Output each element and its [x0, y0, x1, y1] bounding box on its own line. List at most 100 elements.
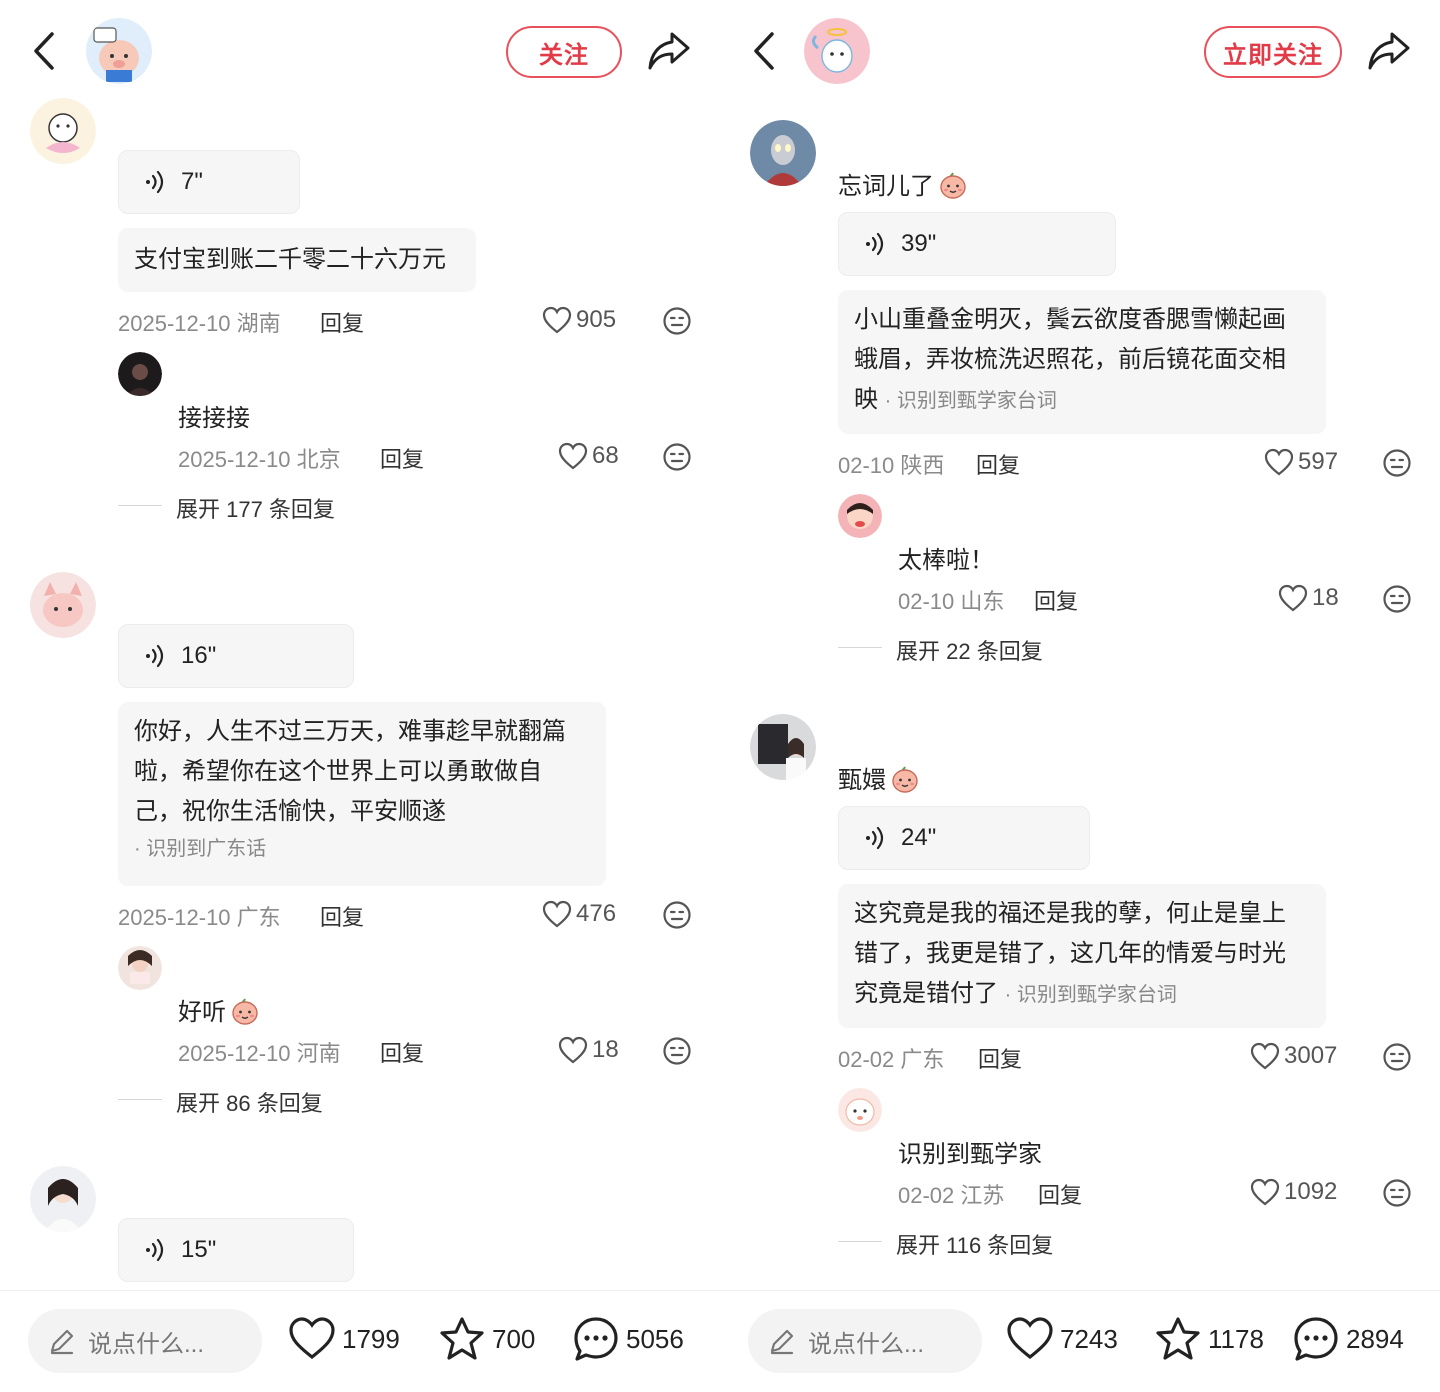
voice-message[interactable]: 24"	[838, 806, 1090, 870]
voice-message[interactable]: 7"	[118, 150, 300, 214]
share-icon[interactable]	[1366, 28, 1412, 72]
like-count: 68	[592, 442, 619, 469]
reply-button[interactable]: 回复	[380, 1036, 424, 1068]
follow-button[interactable]: 立即关注	[1204, 26, 1342, 78]
transcript-last-line: 究竟是错付了	[854, 980, 998, 1007]
like-count: 905	[576, 306, 617, 333]
transcript-line: 映 · 识别到甄学家台词	[854, 380, 1310, 421]
favorite-total: 700	[492, 1323, 536, 1354]
like-button[interactable]: 597	[1264, 448, 1338, 476]
transcript-line: 这究竟是我的福还是我的孽，何止是皇上	[854, 900, 1286, 927]
commenter-avatar[interactable]	[30, 98, 96, 164]
star-icon	[438, 1315, 486, 1363]
comment-total: 2894	[1346, 1323, 1404, 1354]
expand-divider	[118, 1099, 162, 1100]
reply-avatar[interactable]	[838, 1088, 882, 1132]
emoji-face-icon[interactable]	[1382, 1178, 1412, 1208]
transcript-bubble: 这究竟是我的福还是我的孽，何止是皇上 错了，我更是错了，这几年的情爱与时光 究竟…	[838, 884, 1326, 1028]
reply-button[interactable]: 回复	[1038, 1178, 1082, 1210]
author-avatar[interactable]	[86, 18, 152, 84]
reply-button[interactable]: 回复	[978, 1042, 1022, 1074]
voice-message[interactable]: 39"	[838, 212, 1116, 276]
like-count: 18	[1312, 584, 1339, 611]
reply-avatar[interactable]	[118, 352, 162, 396]
transcript-line: 小山重叠金明灭，鬓云欲度香腮雪懒起画	[854, 306, 1286, 333]
like-button[interactable]: 1092	[1250, 1178, 1337, 1206]
emoji-face-icon[interactable]	[1382, 448, 1412, 478]
transcript-line: 错了，我更是错了，这几年的情爱与时光	[854, 940, 1286, 967]
expand-replies-button[interactable]: 展开 116 条回复	[896, 1228, 1053, 1260]
reply-button[interactable]: 回复	[380, 442, 424, 474]
reply-date-location: 02-10 山东	[898, 589, 1005, 614]
commenter-avatar[interactable]	[750, 120, 816, 186]
transcript-line: 蛾眉，弄妆梳洗迟照花，前后镜花面交相	[854, 346, 1286, 373]
reply-text-content: 好听	[178, 999, 226, 1026]
like-total: 1799	[342, 1323, 400, 1354]
comment-date-location: 02-02 广东	[838, 1047, 945, 1072]
reply-button[interactable]: 回复	[320, 306, 364, 338]
reply-avatar[interactable]	[118, 946, 162, 990]
comment-total-button[interactable]: 2894	[1292, 1315, 1404, 1363]
like-button[interactable]: 18	[558, 1036, 619, 1064]
comment-input[interactable]: 说点什么...	[28, 1309, 262, 1373]
commenter-avatar[interactable]	[30, 572, 96, 638]
comment-input-placeholder: 说点什么...	[88, 1330, 205, 1358]
commenter-avatar[interactable]	[750, 714, 816, 780]
reply-date-location: 02-02 江苏	[898, 1183, 1005, 1208]
comment-date-location: 2025-12-10 广东	[118, 905, 281, 930]
like-button[interactable]: 3007	[1250, 1042, 1337, 1070]
share-icon[interactable]	[646, 28, 692, 72]
peach-sticker-icon	[230, 996, 260, 1026]
voice-duration: 39"	[901, 230, 937, 257]
comment-total-button[interactable]: 5056	[572, 1315, 684, 1363]
like-total-button[interactable]: 7243	[1006, 1315, 1118, 1363]
transcript-line: 究竟是错付了 · 识别到甄学家台词	[854, 974, 1310, 1015]
back-icon[interactable]	[30, 30, 60, 72]
heart-icon	[1264, 448, 1294, 476]
heart-icon	[288, 1315, 336, 1363]
comment-title: 甄嬛	[838, 767, 886, 794]
reply-button[interactable]: 回复	[320, 900, 364, 932]
transcript-bubble: 小山重叠金明灭，鬓云欲度香腮雪懒起画 蛾眉，弄妆梳洗迟照花，前后镜花面交相 映 …	[838, 290, 1326, 434]
reply-avatar[interactable]	[838, 494, 882, 538]
emoji-face-icon[interactable]	[1382, 1042, 1412, 1072]
reply-button[interactable]: 回复	[976, 448, 1020, 480]
emoji-face-icon[interactable]	[662, 900, 692, 930]
expand-replies-button[interactable]: 展开 22 条回复	[896, 634, 1043, 666]
favorite-button[interactable]: 700	[438, 1315, 535, 1363]
like-button[interactable]: 905	[542, 306, 616, 334]
voice-message[interactable]: 15"	[118, 1218, 354, 1282]
emoji-face-icon[interactable]	[662, 442, 692, 472]
heart-icon	[558, 442, 588, 470]
like-button[interactable]: 18	[1278, 584, 1339, 612]
pencil-icon	[48, 1327, 76, 1355]
comment-total: 5056	[626, 1323, 684, 1354]
expand-divider	[118, 505, 162, 506]
reply-button[interactable]: 回复	[1034, 584, 1078, 616]
expand-replies-button[interactable]: 展开 177 条回复	[176, 492, 335, 524]
back-icon[interactable]	[750, 30, 780, 72]
emoji-face-icon[interactable]	[1382, 584, 1412, 614]
pencil-icon	[768, 1327, 796, 1355]
heart-icon	[542, 900, 572, 928]
emoji-face-icon[interactable]	[662, 306, 692, 336]
favorite-total: 1178	[1208, 1323, 1264, 1354]
favorite-button[interactable]: 1178	[1154, 1315, 1264, 1363]
like-button[interactable]: 68	[558, 442, 619, 470]
heart-icon	[1006, 1315, 1054, 1363]
author-avatar[interactable]	[804, 18, 870, 84]
commenter-avatar[interactable]	[30, 1166, 96, 1232]
voice-wave-icon	[863, 232, 887, 256]
expand-divider	[838, 1241, 882, 1242]
peach-sticker-icon	[938, 170, 968, 200]
like-total-button[interactable]: 1799	[288, 1315, 400, 1363]
comment-input[interactable]: 说点什么...	[748, 1309, 982, 1373]
comment-date-location: 02-10 陕西	[838, 453, 945, 478]
like-count: 3007	[1284, 1042, 1338, 1069]
expand-replies-button[interactable]: 展开 86 条回复	[176, 1086, 323, 1118]
follow-button[interactable]: 关注	[506, 26, 622, 78]
emoji-face-icon[interactable]	[662, 1036, 692, 1066]
voice-message[interactable]: 16"	[118, 624, 354, 688]
recognition-label: · 识别到甄学家台词	[884, 390, 1057, 412]
like-button[interactable]: 476	[542, 900, 616, 928]
